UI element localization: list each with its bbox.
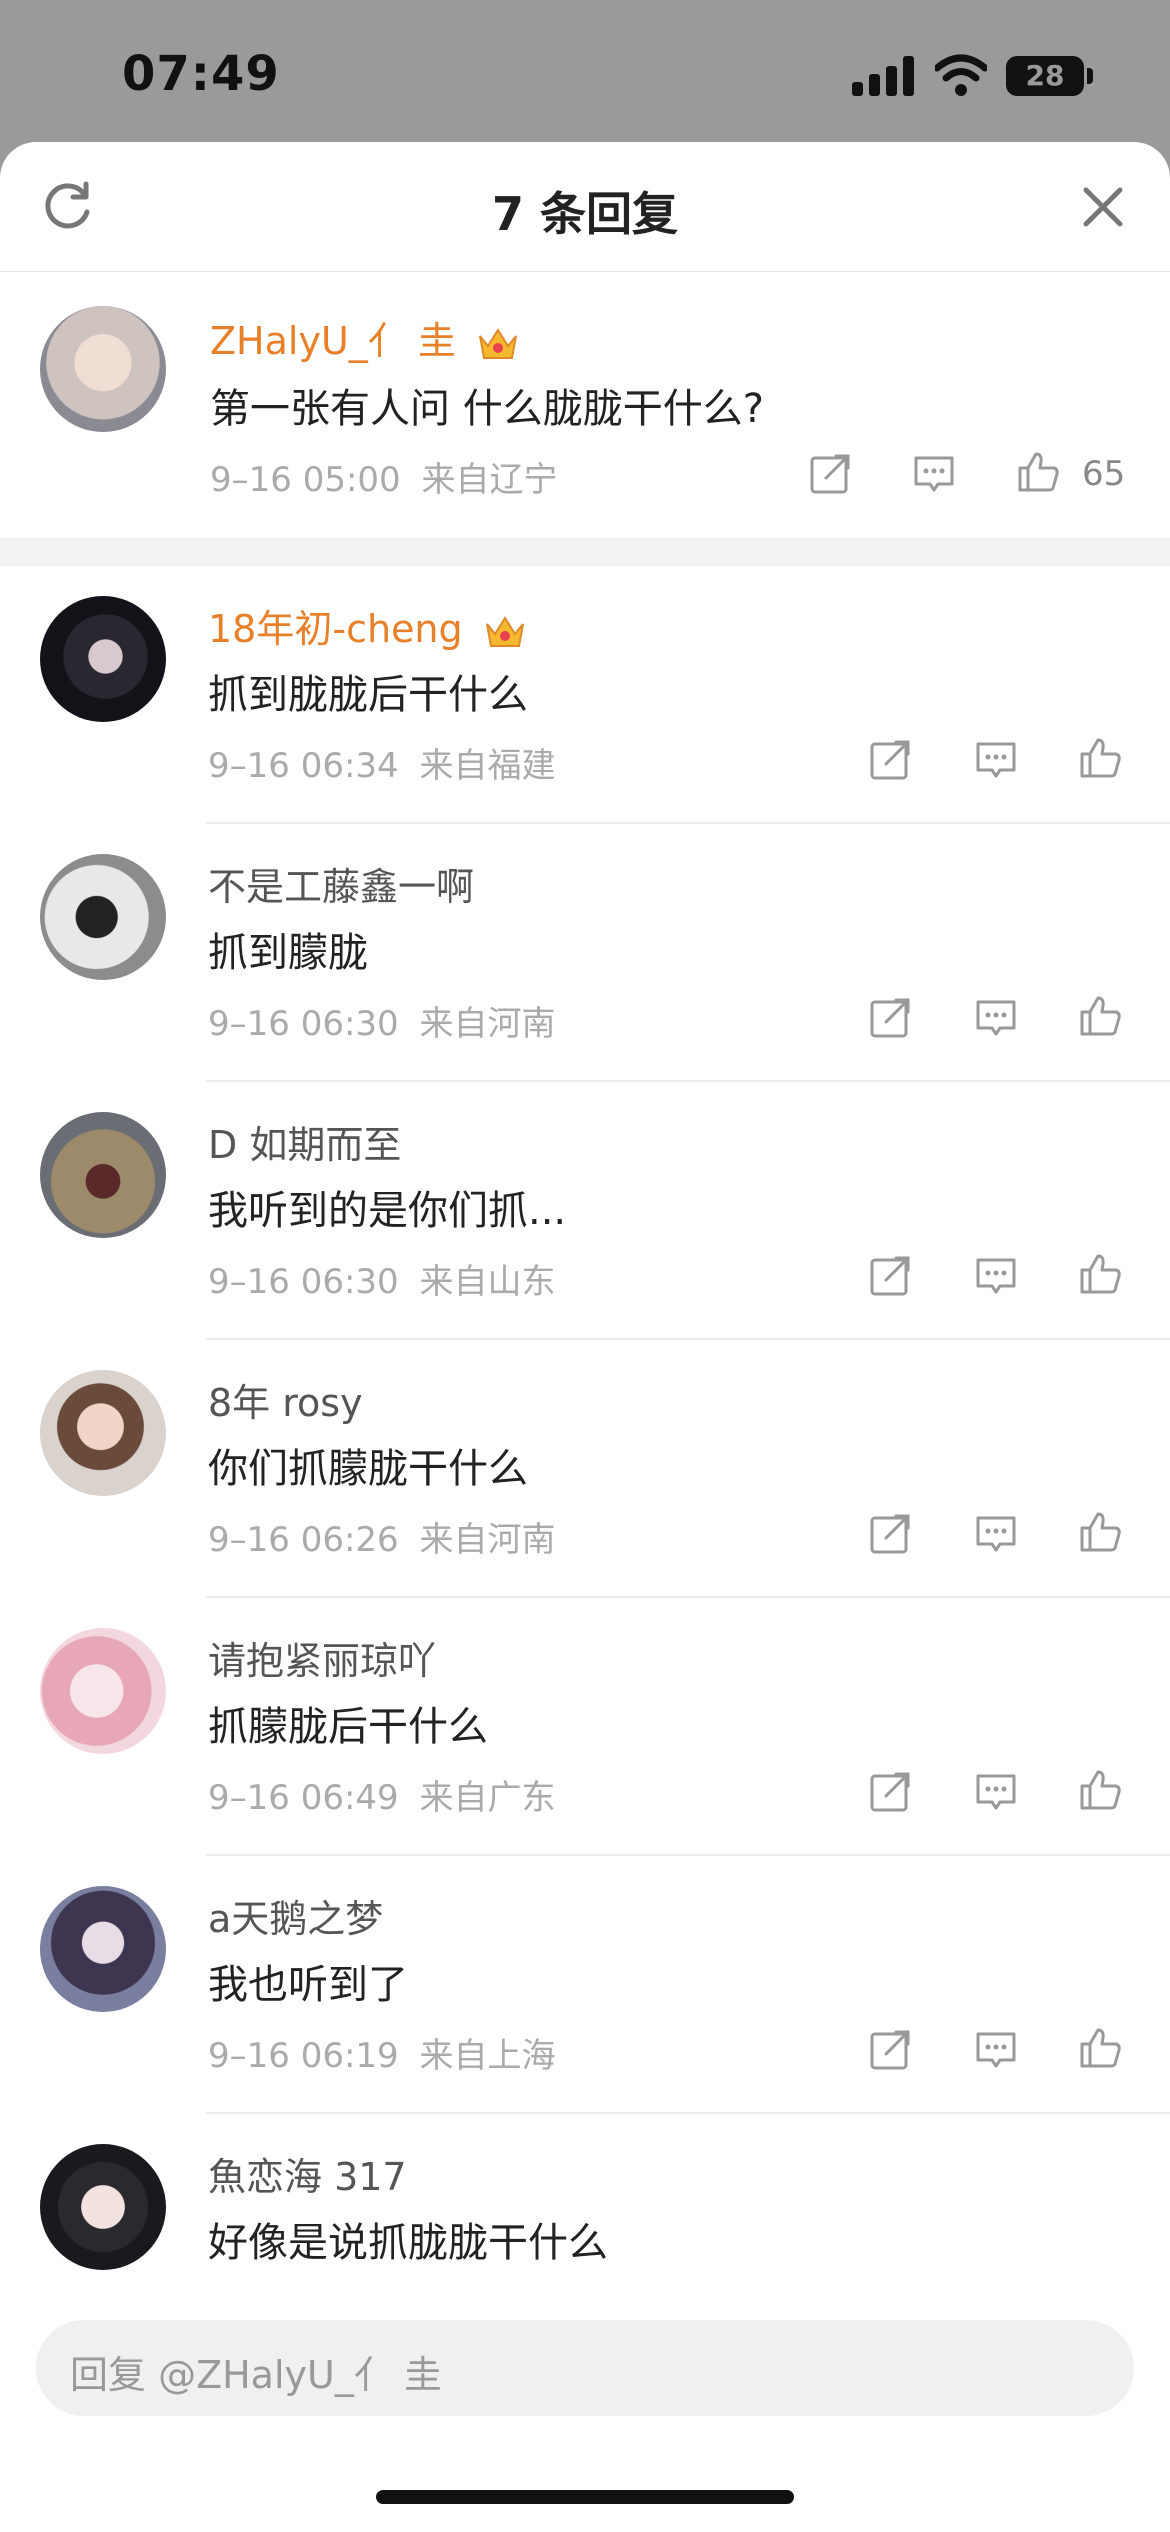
- reply-text: 抓到胧胧后干什么: [208, 672, 528, 718]
- reply-meta: 9–16 06:30 来自河南: [208, 996, 556, 1045]
- close-icon[interactable]: [1078, 182, 1128, 232]
- like-icon[interactable]: [1078, 994, 1122, 1038]
- comment-icon[interactable]: [974, 2028, 1018, 2072]
- like-icon[interactable]: [1078, 1768, 1122, 1812]
- crown-icon: [478, 327, 517, 359]
- list-item: 请抱紧丽琼吖 抓朦胧后干什么 9–16 06:49 来自广东: [0, 1598, 1170, 1856]
- main-comment: ZHalyU_亻 圭 第一张有人问 什么胧胧干什么? 9–16 05:00 来自…: [0, 272, 1170, 538]
- like-icon[interactable]: [1078, 2026, 1122, 2070]
- reply-location: 来自福建: [419, 746, 556, 786]
- avatar[interactable]: [40, 596, 166, 722]
- username[interactable]: a天鹅之梦: [208, 1888, 383, 1943]
- reply-text: 我也听到了: [208, 1962, 408, 2008]
- reply-location: 来自山东: [419, 1262, 556, 1302]
- avatar[interactable]: [40, 306, 166, 432]
- reply-time: 9–16 06:26: [208, 1520, 399, 1560]
- username[interactable]: 不是工藤鑫一啊: [208, 856, 474, 911]
- reply-text: 我听到的是你们抓...: [208, 1188, 567, 1234]
- reply-meta: 9–16 06:30 来自山东: [208, 1254, 556, 1303]
- avatar[interactable]: [40, 1628, 166, 1754]
- comment-icon[interactable]: [974, 996, 1018, 1040]
- comment-icon[interactable]: [974, 738, 1018, 782]
- cellular-signal-icon: [852, 56, 914, 96]
- reply-input[interactable]: 回复 @ZHalyU_亻 圭: [36, 2320, 1134, 2416]
- comment-icon[interactable]: [974, 1254, 1018, 1298]
- share-icon[interactable]: [868, 1512, 912, 1556]
- comment-icon[interactable]: [974, 1512, 1018, 1556]
- username[interactable]: 魚恋海 317: [208, 2146, 407, 2201]
- avatar[interactable]: [40, 854, 166, 980]
- username[interactable]: ZHalyU_亻 圭: [210, 310, 520, 365]
- share-icon[interactable]: [868, 1770, 912, 1814]
- avatar[interactable]: [40, 2144, 166, 2270]
- reply-location: 来自河南: [419, 1520, 556, 1560]
- section-divider: [0, 538, 1170, 566]
- reply-time: 9–16 06:34: [208, 746, 399, 786]
- username[interactable]: D 如期而至: [208, 1114, 401, 1169]
- reply-meta: 9–16 06:19 来自上海: [208, 2028, 556, 2077]
- comment-location: 来自辽宁: [421, 460, 558, 500]
- reply-meta: 9–16 06:26 来自河南: [208, 1512, 556, 1561]
- avatar[interactable]: [40, 1886, 166, 2012]
- comment-text: 第一张有人问 什么胧胧干什么?: [210, 386, 764, 432]
- like-icon[interactable]: [1078, 736, 1122, 780]
- share-icon[interactable]: [868, 1254, 912, 1298]
- share-icon[interactable]: [808, 452, 852, 496]
- reply-meta: 9–16 06:49 来自广东: [208, 1770, 556, 1819]
- reply-time: 9–16 06:19: [208, 2036, 399, 2076]
- username[interactable]: 8年 rosy: [208, 1372, 363, 1427]
- username[interactable]: 18年初-cheng: [208, 598, 527, 653]
- like-icon[interactable]: [1078, 1510, 1122, 1554]
- wifi-icon: [935, 54, 987, 96]
- like-count: 65: [1082, 454, 1126, 494]
- reply-location: 来自上海: [419, 2036, 556, 2076]
- list-item: D 如期而至 我听到的是你们抓... 9–16 06:30 来自山东: [0, 1082, 1170, 1340]
- share-icon[interactable]: [868, 738, 912, 782]
- reply-meta: 9–16 06:34 来自福建: [208, 738, 556, 787]
- status-bar: 07:49 28: [0, 0, 1170, 142]
- share-icon[interactable]: [868, 2028, 912, 2072]
- sheet-header: 7 条回复: [0, 142, 1170, 272]
- share-icon[interactable]: [868, 996, 912, 1040]
- comment-icon[interactable]: [974, 1770, 1018, 1814]
- like-icon[interactable]: [1016, 450, 1060, 494]
- reply-time: 9–16 06:30: [208, 1004, 399, 1044]
- sheet-title: 7 条回复: [491, 187, 679, 241]
- list-item: 18年初-cheng 抓到胧胧后干什么 9–16 06:34 来自福建: [0, 566, 1170, 824]
- username-text[interactable]: ZHalyU_亻 圭: [210, 319, 456, 363]
- reply-time: 9–16 06:49: [208, 1778, 399, 1818]
- reply-location: 来自广东: [419, 1778, 556, 1818]
- status-time: 07:49: [122, 46, 280, 102]
- comment-icon[interactable]: [912, 452, 956, 496]
- comment-meta: 9–16 05:00 来自辽宁: [210, 452, 558, 501]
- battery-tip: [1087, 68, 1093, 84]
- list-item: a天鹅之梦 我也听到了 9–16 06:19 来自上海: [0, 1856, 1170, 2114]
- reply-location: 来自河南: [419, 1004, 556, 1044]
- reply-text: 好像是说抓胧胧干什么: [208, 2220, 608, 2266]
- username[interactable]: 请抱紧丽琼吖: [208, 1630, 436, 1685]
- avatar[interactable]: [40, 1370, 166, 1496]
- battery-indicator: 28: [1006, 56, 1084, 96]
- list-item: 不是工藤鑫一啊 抓到朦胧 9–16 06:30 来自河南: [0, 824, 1170, 1082]
- crown-icon: [485, 615, 524, 647]
- reply-text: 抓到朦胧: [208, 930, 368, 976]
- reply-text: 抓朦胧后干什么: [208, 1704, 488, 1750]
- replies-sheet: 7 条回复 ZHalyU_亻 圭 第一张有人问 什么胧胧干什么? 9–16 05…: [0, 142, 1170, 2532]
- home-indicator[interactable]: [376, 2490, 794, 2504]
- list-item: 8年 rosy 你们抓朦胧干什么 9–16 06:26 来自河南: [0, 1340, 1170, 1598]
- comment-time: 9–16 05:00: [210, 460, 401, 500]
- reply-time: 9–16 06:30: [208, 1262, 399, 1302]
- reply-placeholder[interactable]: 回复 @ZHalyU_亻 圭: [70, 2344, 442, 2399]
- username-text[interactable]: 18年初-cheng: [208, 607, 463, 651]
- avatar[interactable]: [40, 1112, 166, 1238]
- like-icon[interactable]: [1078, 1252, 1122, 1296]
- reply-text: 你们抓朦胧干什么: [208, 1446, 528, 1492]
